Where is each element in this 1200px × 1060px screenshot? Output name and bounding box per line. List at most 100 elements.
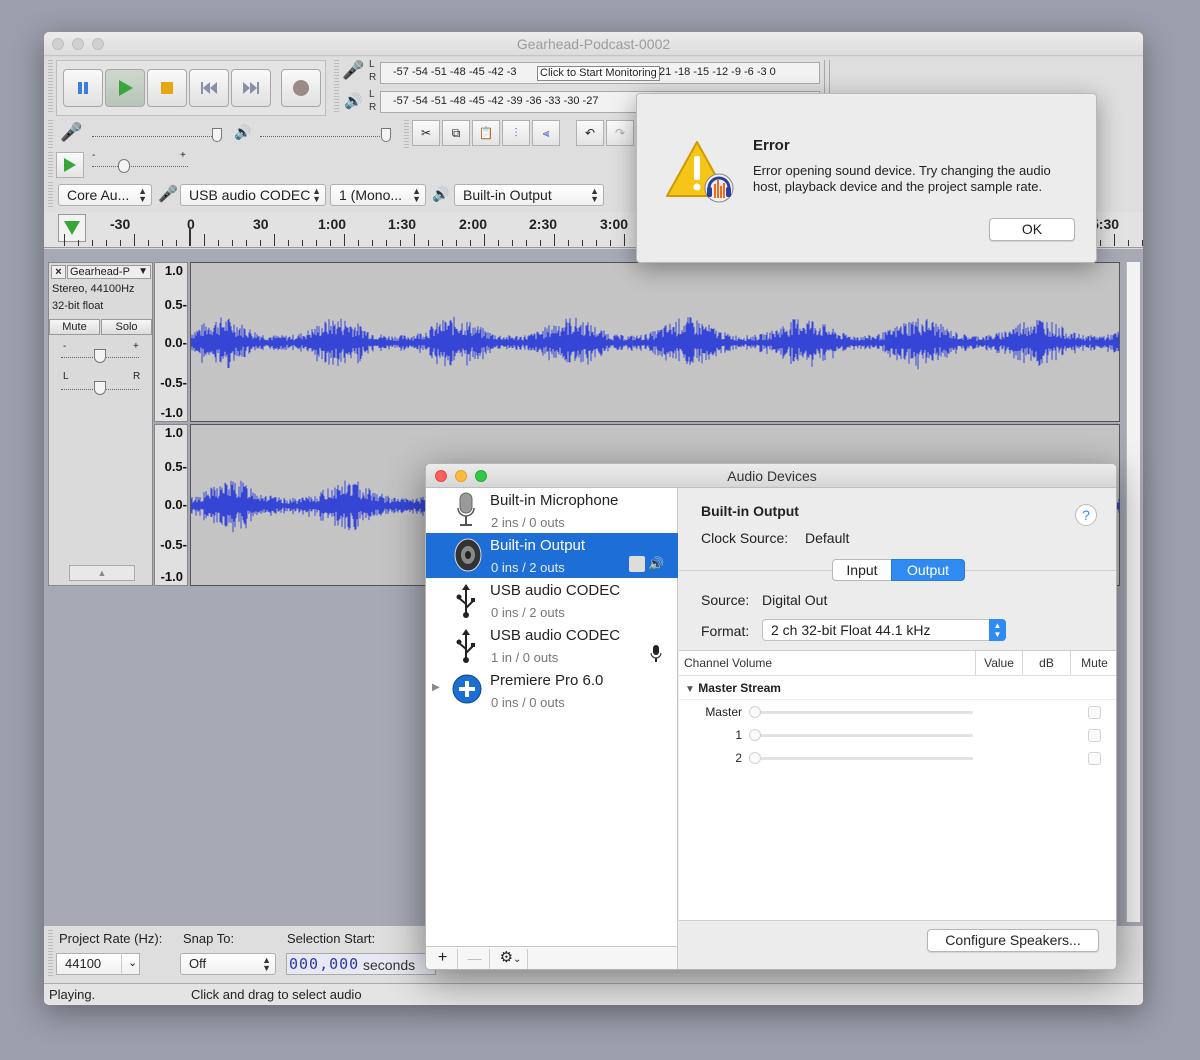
- column-header[interactable]: Mute: [1071, 651, 1116, 675]
- disclosure-triangle-icon[interactable]: ▶: [432, 682, 440, 693]
- selection-start-field[interactable]: 000,000 seconds: [286, 953, 436, 975]
- device-item-premiere-pro[interactable]: ▶ Premiere Pro 6.0 0 ins / 0 outs: [426, 668, 678, 713]
- help-button[interactable]: ?: [1075, 504, 1097, 526]
- pause-button[interactable]: [63, 69, 103, 107]
- project-rate-combo[interactable]: 44100 ⌄: [56, 953, 140, 975]
- audio-host-select[interactable]: Core Au... ▲ ▼: [58, 184, 152, 206]
- zoom-button[interactable]: [475, 470, 487, 482]
- mute-checkbox[interactable]: [1088, 752, 1101, 765]
- toolbar-grip[interactable]: [48, 60, 53, 112]
- column-header[interactable]: Value: [976, 651, 1023, 675]
- meter-grip[interactable]: [334, 60, 339, 112]
- divider: [679, 675, 1116, 676]
- tab-input[interactable]: Input: [832, 559, 892, 581]
- cut-button[interactable]: ✂: [412, 120, 440, 146]
- volume-knob[interactable]: [749, 752, 761, 764]
- configure-speakers-button[interactable]: Configure Speakers...: [927, 929, 1099, 952]
- play-button[interactable]: [105, 69, 145, 107]
- ok-button[interactable]: OK: [989, 218, 1075, 241]
- record-button[interactable]: [281, 69, 321, 107]
- tab-output[interactable]: Output: [891, 559, 965, 581]
- channels-select[interactable]: 1 (Mono... ▲ ▼: [330, 184, 426, 206]
- redo-button[interactable]: ↷: [606, 120, 634, 146]
- playback-volume-slider[interactable]: [260, 136, 390, 137]
- vertical-scrollbar[interactable]: [1126, 262, 1140, 922]
- collapse-track-button[interactable]: ▲: [69, 565, 135, 581]
- speed-thumb[interactable]: [118, 159, 130, 173]
- mute-checkbox[interactable]: [1088, 729, 1101, 742]
- error-dialog: Error Error opening sound device. Try ch…: [636, 93, 1097, 263]
- stop-button[interactable]: [147, 69, 187, 107]
- device-item-built-in-microphone[interactable]: Built-in Microphone 2 ins / 0 outs: [426, 488, 678, 533]
- device-item-usb-audio-codec-out[interactable]: USB audio CODEC 0 ins / 2 outs: [426, 578, 678, 623]
- snap-to-select[interactable]: Off ▲ ▼: [180, 953, 276, 975]
- ruler-tick: [358, 240, 359, 246]
- copy-button[interactable]: ⧉: [442, 120, 470, 146]
- selection-start-label: Selection Start:: [287, 931, 376, 946]
- remove-device-button[interactable]: —: [460, 949, 490, 969]
- track-gain-thumb[interactable]: [94, 349, 106, 363]
- column-header[interactable]: Channel Volume: [679, 651, 976, 675]
- track-menu-button[interactable]: Gearhead-P ▼: [67, 265, 151, 279]
- clock-source-label: Clock Source:: [701, 530, 789, 546]
- recording-volume-thumb[interactable]: [212, 128, 222, 142]
- stop-icon: [161, 82, 173, 94]
- record-meter-mic-icon[interactable]: 🎤: [342, 60, 364, 86]
- track-close-button[interactable]: ×: [51, 265, 66, 279]
- edit-grip[interactable]: [404, 120, 409, 148]
- device-item-usb-audio-codec-in[interactable]: USB audio CODEC 1 in / 0 outs: [426, 623, 678, 668]
- device-grip[interactable]: [48, 182, 53, 208]
- device-actions-button[interactable]: ⚙⌄: [494, 949, 528, 969]
- volume-slider[interactable]: [751, 757, 973, 760]
- gear-icon: ⚙: [499, 949, 514, 966]
- ruler-label: 30: [253, 216, 269, 232]
- speed-slider[interactable]: [92, 166, 188, 167]
- volume-knob[interactable]: [749, 729, 761, 741]
- selection-start-units[interactable]: seconds: [363, 957, 415, 973]
- format-select[interactable]: 2 ch 32-bit Float 44.1 kHz ▲ ▼: [762, 619, 1006, 641]
- status-bar: Playing. Click and drag to select audio: [44, 983, 1143, 1005]
- play-at-speed-button[interactable]: [56, 152, 84, 178]
- waveform-channel-1[interactable]: [190, 262, 1120, 422]
- silence-button[interactable]: ⫷: [532, 120, 560, 146]
- clock-source-value[interactable]: Default: [805, 530, 849, 546]
- close-button[interactable]: [52, 38, 64, 50]
- mixer-grip[interactable]: [48, 120, 53, 148]
- playback-meter-speaker-icon[interactable]: 🔊: [344, 92, 364, 110]
- ruler-tick: [344, 234, 345, 246]
- skip-start-button[interactable]: [189, 69, 229, 107]
- volume-slider[interactable]: [751, 711, 973, 714]
- updown-icon: ▲ ▼: [590, 186, 599, 204]
- close-button[interactable]: [435, 470, 447, 482]
- track-pan-thumb[interactable]: [94, 381, 106, 395]
- master-stream-row[interactable]: ▼ Master Stream: [685, 681, 781, 695]
- device-item-built-in-output[interactable]: Built-in Output 0 ins / 2 outs 🔊: [426, 533, 678, 578]
- zoom-button[interactable]: [92, 38, 104, 50]
- add-device-button[interactable]: +: [428, 949, 458, 969]
- volume-knob[interactable]: [749, 706, 761, 718]
- column-header[interactable]: dB: [1023, 651, 1071, 675]
- click-to-start-monitoring[interactable]: Click to Start Monitoring: [537, 66, 660, 81]
- playback-volume-thumb[interactable]: [381, 128, 391, 142]
- paste-button[interactable]: 📋: [472, 120, 500, 146]
- volume-slider[interactable]: [751, 734, 973, 737]
- trim-button[interactable]: ⫶: [502, 120, 530, 146]
- mute-checkbox[interactable]: [1088, 706, 1101, 719]
- minimize-button[interactable]: [455, 470, 467, 482]
- mute-button[interactable]: Mute: [49, 319, 100, 335]
- skip-end-button[interactable]: [231, 69, 271, 107]
- solo-button[interactable]: Solo: [101, 319, 152, 335]
- undo-button[interactable]: ↶: [576, 120, 604, 146]
- device-name: Built-in Output: [490, 537, 586, 554]
- speed-grip[interactable]: [48, 152, 53, 178]
- record-meter[interactable]: -57 -54 -51 -48 -45 -42 -3 Click to Star…: [380, 62, 820, 84]
- selection-grip[interactable]: [48, 930, 53, 978]
- recording-volume-slider[interactable]: [92, 136, 222, 137]
- usb-icon: [456, 584, 476, 621]
- ruler-tick: [498, 240, 499, 246]
- channel-volume-table: Channel Volume Value dB Mute ▼ Master St…: [679, 650, 1116, 920]
- ruler-tick: [330, 240, 331, 246]
- recording-device-select[interactable]: USB audio CODEC ▲ ▼: [180, 184, 326, 206]
- playback-device-select[interactable]: Built-in Output ▲ ▼: [454, 184, 604, 206]
- minimize-button[interactable]: [72, 38, 84, 50]
